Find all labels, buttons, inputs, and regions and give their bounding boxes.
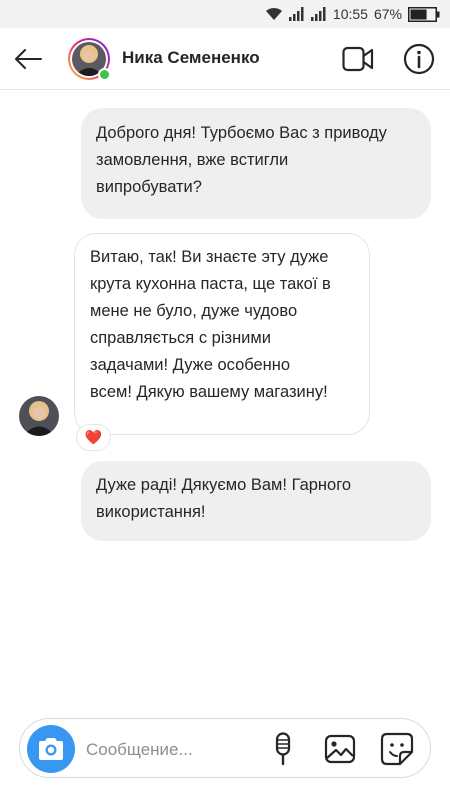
battery-icon [408, 6, 440, 22]
back-button[interactable] [10, 41, 46, 77]
battery-percent: 67% [373, 6, 402, 22]
message-text: Дуже раді! Дякуємо Вам! Гарного використ… [96, 476, 352, 521]
message-incoming[interactable]: Витаю, так! Ви знаєте эту дуже крута кух… [74, 233, 370, 435]
gallery-button[interactable] [322, 732, 358, 766]
video-call-icon [342, 46, 374, 72]
heart-reaction[interactable]: ❤️ [76, 424, 111, 451]
status-time: 10:55 [332, 6, 368, 22]
camera-icon [39, 738, 63, 760]
message-input[interactable] [86, 737, 256, 763]
status-icons: 10:55 67% [265, 4, 440, 24]
online-status-dot [98, 68, 111, 81]
wifi-icon [265, 7, 282, 20]
message-outgoing[interactable]: Доброго дня! Турбоємо Вас з приводу замо… [81, 108, 431, 219]
message-text: Доброго дня! Турбоємо Вас з приводу замо… [96, 124, 387, 196]
signal-icon [288, 7, 304, 21]
message-composer [19, 718, 431, 778]
sender-avatar[interactable] [19, 396, 59, 436]
contact-avatar[interactable] [68, 38, 111, 81]
signal-icon [310, 7, 326, 21]
chat-header: Ника Семененко [0, 28, 450, 90]
sticker-button[interactable] [378, 731, 416, 767]
info-icon [403, 43, 435, 75]
status-bar: 10:55 67% [0, 0, 450, 28]
voice-message-button[interactable] [268, 731, 298, 767]
microphone-icon [275, 732, 291, 766]
camera-button[interactable] [27, 725, 75, 773]
video-call-button[interactable] [340, 42, 376, 76]
contact-name[interactable]: Ника Семененко [122, 48, 260, 68]
heart-icon: ❤️ [84, 429, 103, 445]
sticker-icon [380, 732, 414, 766]
info-button[interactable] [402, 42, 436, 76]
message-outgoing[interactable]: Дуже раді! Дякуємо Вам! Гарного використ… [81, 461, 431, 541]
back-arrow-icon [15, 49, 42, 69]
message-text: Витаю, так! Ви знаєте эту дуже крута кух… [90, 248, 331, 401]
gallery-icon [324, 734, 356, 764]
